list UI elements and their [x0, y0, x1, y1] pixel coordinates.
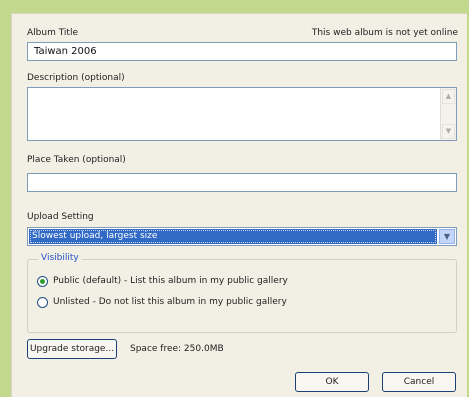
radio-checked-icon[interactable] — [37, 275, 48, 287]
upload-setting-label: Upload Setting — [27, 212, 94, 222]
ok-button[interactable]: OK — [295, 372, 369, 392]
space-free-text: Space free: 250.0MB — [130, 344, 224, 354]
upload-setting-value: Slowest upload, largest size — [29, 229, 437, 244]
visibility-group: Visibility Public (default) - List this … — [27, 253, 457, 333]
upgrade-storage-button[interactable]: Upgrade storage... — [27, 339, 117, 359]
cancel-button[interactable]: Cancel — [382, 372, 456, 392]
scroll-up-icon[interactable]: ▲ — [442, 89, 455, 104]
description-scrollbar[interactable]: ▲ ▼ — [440, 88, 456, 140]
visibility-title: Visibility — [38, 253, 82, 263]
chevron-down-icon[interactable]: ▼ — [439, 229, 455, 244]
visibility-public-option[interactable]: Public (default) - List this album in my… — [37, 274, 288, 288]
visibility-public-label: Public (default) - List this album in my… — [53, 276, 288, 286]
scroll-down-icon[interactable]: ▼ — [442, 124, 455, 139]
upload-setting-select[interactable]: Slowest upload, largest size ▼ — [27, 227, 457, 246]
online-status-text: This web album is not yet online — [311, 28, 458, 38]
album-title-label: Album Title — [27, 28, 78, 38]
visibility-unlisted-option[interactable]: Unlisted - Do not list this album in my … — [37, 295, 287, 309]
visibility-unlisted-label: Unlisted - Do not list this album in my … — [53, 297, 287, 307]
album-title-input[interactable]: Taiwan 2006 — [27, 42, 457, 61]
album-title-value: Taiwan 2006 — [34, 46, 97, 57]
place-taken-input[interactable] — [27, 173, 457, 192]
radio-unchecked-icon[interactable] — [37, 296, 48, 308]
description-textarea[interactable]: ▲ ▼ — [27, 87, 457, 141]
description-label: Description (optional) — [27, 73, 125, 83]
album-properties-dialog: Album Title This web album is not yet on… — [11, 13, 467, 397]
place-taken-label: Place Taken (optional) — [27, 155, 126, 165]
